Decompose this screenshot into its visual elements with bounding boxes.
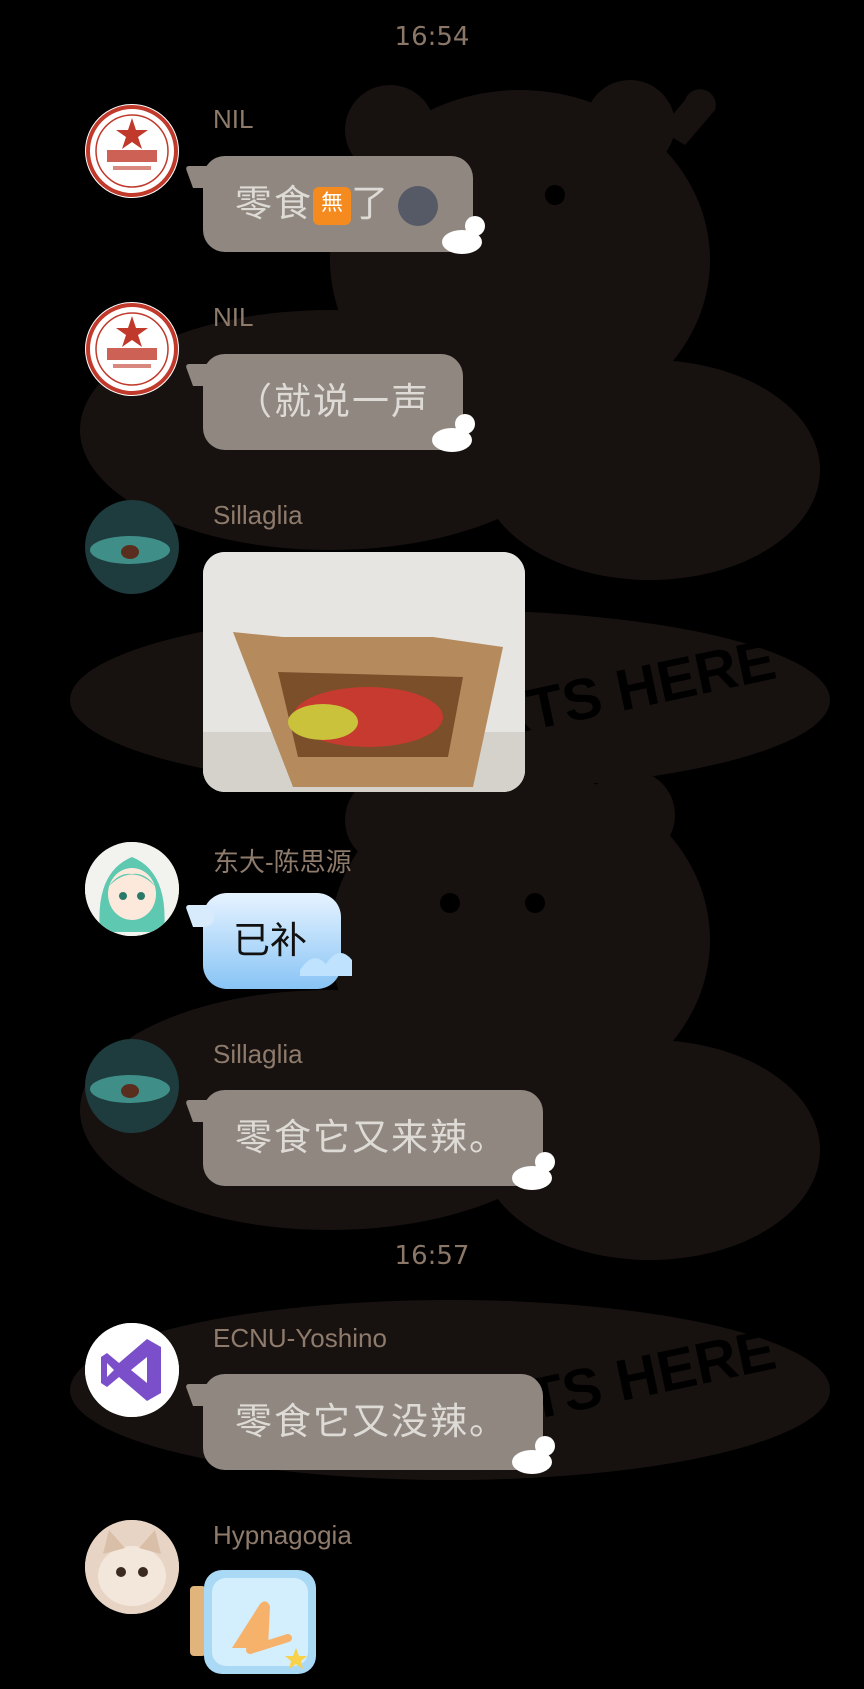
message-text: 零食它又来辣。: [235, 1116, 508, 1159]
message-bubble[interactable]: 零食無了: [203, 156, 473, 252]
timestamp: 16:57: [394, 1241, 470, 1271]
ocean-avatar[interactable]: [85, 1039, 179, 1133]
new-moon-face-emoji-icon: [398, 185, 438, 226]
anime-girl-avatar[interactable]: [85, 842, 179, 936]
university-seal-avatar[interactable]: [85, 302, 179, 396]
message-text: 已补: [233, 919, 307, 962]
message-text: 零食它又没辣。: [235, 1400, 508, 1443]
polar-bear-sticker-icon: [442, 216, 485, 254]
sender-name: NIL: [213, 104, 254, 134]
cat-avatar[interactable]: [85, 1520, 179, 1614]
message-bubble[interactable]: 零食它又来辣。: [203, 1090, 543, 1186]
sender-name: Sillaglia: [213, 1039, 303, 1069]
message-text: 零食: [235, 182, 313, 225]
sender-name: NIL: [213, 302, 254, 332]
ocean-avatar[interactable]: [85, 500, 179, 594]
visual-studio-avatar[interactable]: [85, 1323, 179, 1417]
polar-bear-sticker-icon: [512, 1152, 555, 1190]
message-bubble[interactable]: （就说一声: [203, 354, 463, 450]
message-bubble[interactable]: 零食它又没辣。: [203, 1374, 543, 1470]
university-seal-avatar[interactable]: [85, 104, 179, 198]
praying-hands-sticker-icon[interactable]: [190, 1568, 325, 1678]
snack-box-photo[interactable]: [203, 552, 525, 792]
message-text: 了: [351, 182, 390, 225]
polar-bear-sticker-icon: [512, 1436, 555, 1474]
timestamp: 16:54: [394, 22, 470, 52]
sender-name: Hypnagogia: [213, 1520, 352, 1550]
sender-name: ECNU-Yoshino: [213, 1323, 387, 1353]
wave-decoration-icon: [300, 952, 352, 976]
no-charge-emoji-icon: 無: [313, 186, 351, 225]
sender-name: Sillaglia: [213, 500, 303, 530]
sender-name: 东大-陈思源: [213, 847, 352, 877]
polar-bear-sticker-icon: [432, 414, 475, 452]
message-text: （就说一声: [235, 380, 430, 423]
